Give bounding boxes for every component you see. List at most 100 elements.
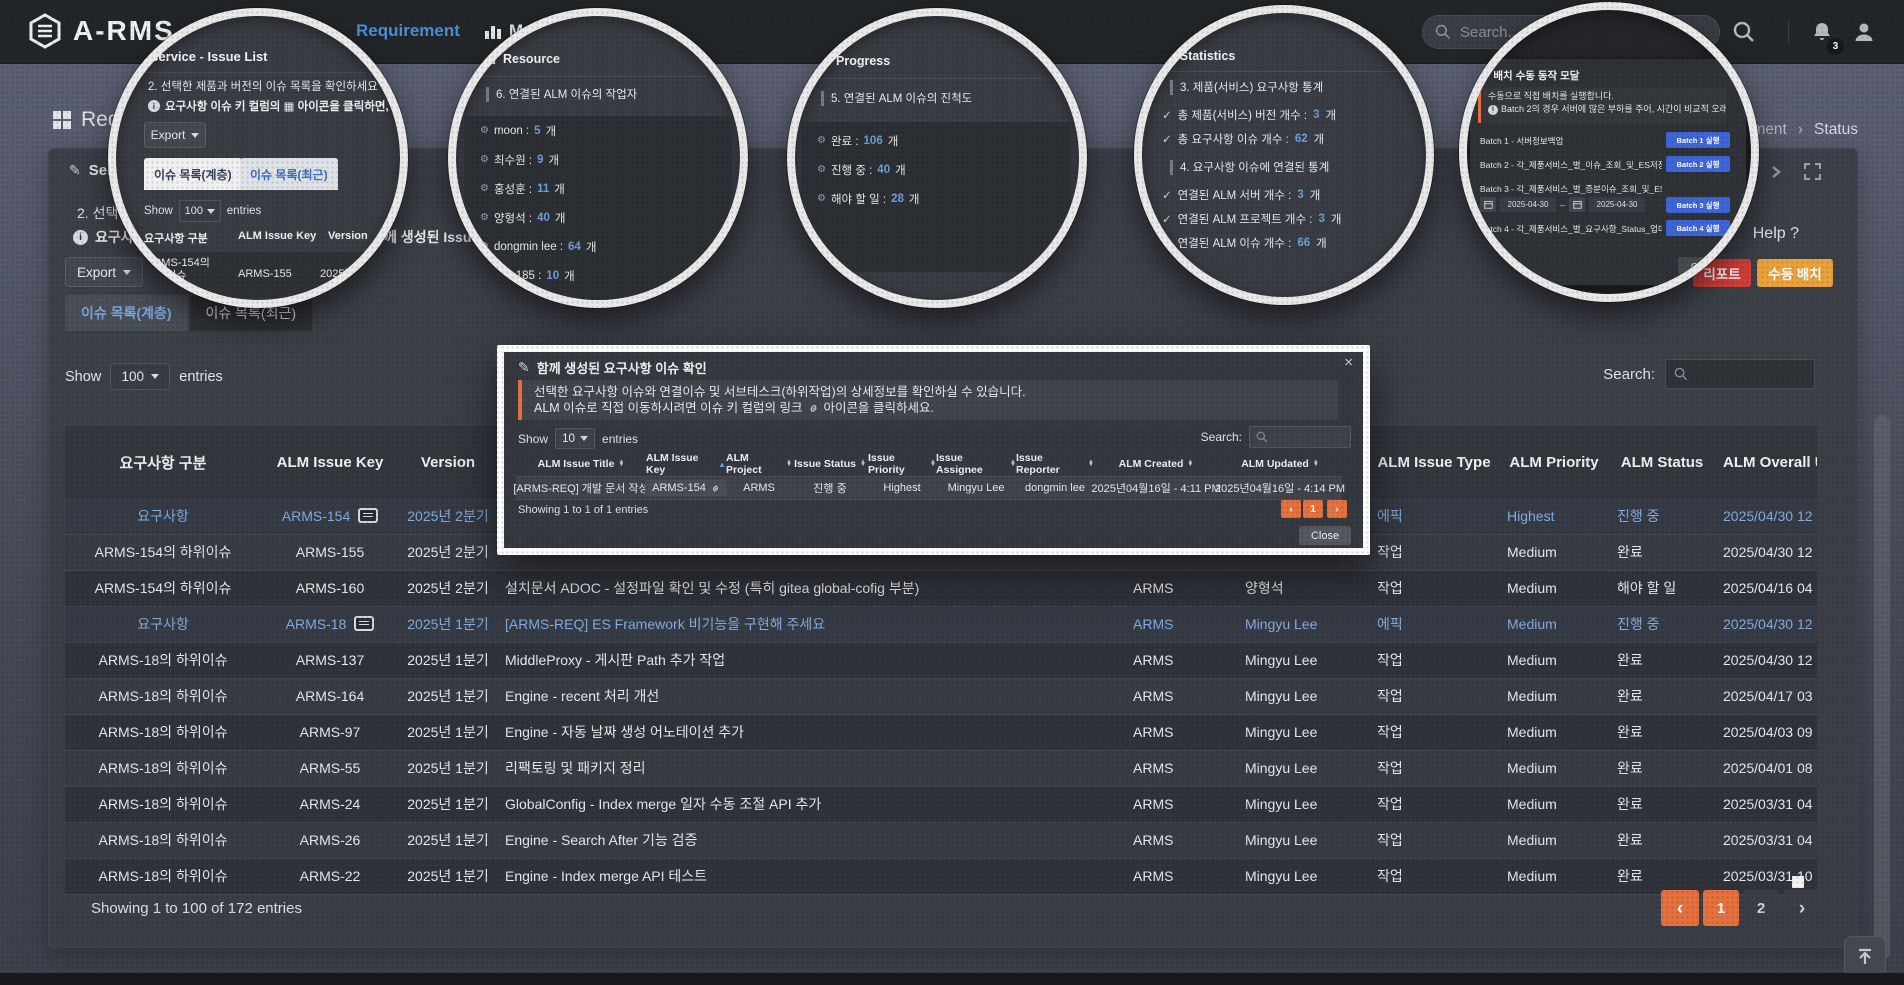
col-header-version[interactable]: Version <box>399 426 497 498</box>
batch3-date-from: 2025-04-30 <box>1500 197 1556 212</box>
loupe-cell-version: 2025년 2분기 <box>320 268 384 281</box>
modal-close-button[interactable]: Close <box>1299 526 1351 545</box>
loupe-issue-list: ✎ Service - Issue List 2. 선택한 제품과 버전의 이슈… <box>108 8 408 308</box>
col-header-alm-overall-update[interactable]: ALM Overall Update <box>1715 426 1817 498</box>
expand-icon[interactable] <box>1804 163 1821 180</box>
batch-run-button: Batch 4 실행 <box>1666 220 1730 236</box>
cell-c5: ARMS <box>1125 642 1237 678</box>
stat-unit: 개 <box>1316 235 1327 251</box>
cell-c5: ARMS <box>1125 678 1237 714</box>
table-row[interactable]: 요구사항ARMS-182025년 1분기[ARMS-REQ] ES Framew… <box>65 606 1817 642</box>
loupe-tab-hierarchy: 이슈 목록(계층) <box>144 158 242 190</box>
modal-info-line2b: 아이콘을 클릭하세요. <box>824 400 934 416</box>
modal-col-header[interactable]: Issue Priority▲▼ <box>868 454 936 474</box>
modal-close-icon[interactable]: × <box>1344 354 1353 371</box>
modal-col-header[interactable]: Issue Status▲▼ <box>792 454 868 474</box>
issue-detail-icon[interactable] <box>354 616 374 631</box>
modal-col-header[interactable]: ALM Project▲▼ <box>726 454 792 474</box>
pagination-page-2[interactable]: 2 <box>1743 890 1779 926</box>
col-header-requirement-type[interactable]: 요구사항 구분 <box>65 426 261 498</box>
modal-pagination-next[interactable]: › <box>1327 500 1347 518</box>
pagination-prev-button[interactable]: ‹ <box>1661 890 1699 926</box>
cell-c6: Mingyu Lee <box>1237 678 1369 714</box>
issue-key[interactable]: ARMS-18 <box>286 616 347 632</box>
modal-col-header[interactable]: ALM Created▲▼ <box>1094 454 1218 474</box>
issue-key[interactable]: ARMS-154 <box>282 508 350 524</box>
chevron-right-icon[interactable] <box>1768 164 1784 180</box>
col-header-alm-status[interactable]: ALM Status <box>1609 426 1715 498</box>
modal-col-header-label: ALM Project <box>726 452 782 476</box>
batch-modal-info-box: 수동으로 직접 배치를 실행합니다. i Batch 2의 경우 서버에 많은 … <box>1478 87 1726 123</box>
cell-c4: MiddleProxy - 게시판 Path 추가 작업 <box>497 642 1125 678</box>
issue-detail-icon[interactable] <box>358 508 378 523</box>
modal-col-header[interactable]: ALM Updated▲▼ <box>1218 454 1342 474</box>
cell-c3: 2025년 2분기 <box>399 498 497 534</box>
calendar-icon <box>1480 197 1496 212</box>
item-count: 64 <box>568 241 581 253</box>
issue-key-link[interactable]: ARMS-154 <box>645 480 727 496</box>
help-link[interactable]: Help ? <box>1753 225 1799 243</box>
table-search-input[interactable] <box>1694 367 1804 382</box>
table-row[interactable]: ARMS-18의 하위이슈ARMS-262025년 1분기Engine - Se… <box>65 822 1817 858</box>
tab-issue-list-hierarchy[interactable]: 이슈 목록(계층) <box>65 295 188 331</box>
info-icon: i <box>73 230 88 245</box>
count-list-item: ⚙완료 : 106 개 <box>801 126 1071 155</box>
table-row[interactable]: ARMS-18의 하위이슈ARMS-1642025년 1분기Engine - r… <box>65 678 1817 714</box>
modal-col-header[interactable]: ALM Issue Title▲▼ <box>516 454 646 474</box>
nav-item-requirement[interactable]: Requirement <box>356 21 460 41</box>
table-row[interactable]: ARMS-18의 하위이슈ARMS-242025년 1분기GlobalConfi… <box>65 786 1817 822</box>
table-search-label: Search: <box>1603 366 1655 383</box>
issue-key: ARMS-155 <box>296 544 364 560</box>
loupe-guide-info: i 요구사항 이슈 키 컬럼의 ▦ 아이콘을 클릭하면, 함께 생성된 Iss <box>148 98 408 114</box>
modal-pagination-page-1[interactable]: 1 <box>1303 500 1323 518</box>
modal-pagination-prev[interactable]: ‹ <box>1281 500 1301 518</box>
stat-item: ✓연결된 ALM 서버 개수 : 3 개 <box>1162 187 1320 203</box>
manual-batch-button[interactable]: 수동 배치 <box>1757 259 1833 287</box>
batch-modal-close-button: Close <box>1678 257 1726 274</box>
modal-search-box[interactable] <box>1249 426 1351 448</box>
table-row[interactable]: ARMS-18의 하위이슈ARMS-222025년 1분기Engine - In… <box>65 858 1817 894</box>
col-header-alm-issue-type[interactable]: ALM Issue Type <box>1369 426 1499 498</box>
scroll-to-top-button[interactable] <box>1844 936 1886 978</box>
col-header-alm-issue-key[interactable]: ALM Issue Key <box>261 426 399 498</box>
item-count: 40 <box>537 212 550 224</box>
batch3-date-range: 2025-04-30 – 2025-04-30 <box>1480 197 1645 212</box>
item-label: 최수원 : <box>494 152 532 168</box>
search-icon-button[interactable] <box>1732 20 1756 44</box>
cell-c10: 2025/04/16 04 <box>1715 570 1817 606</box>
modal-page-size-select[interactable]: 10 <box>555 428 595 449</box>
cell-c7: 작업 <box>1369 570 1499 606</box>
user-avatar-icon[interactable] <box>1852 20 1876 44</box>
cell-c7: 작업 <box>1369 858 1499 894</box>
cell-c9: 완료 <box>1609 822 1715 858</box>
stat-item: ✓연결된 ALM 프로젝트 개수 : 3 개 <box>1162 211 1341 227</box>
pagination-page-1[interactable]: 1 <box>1703 890 1739 926</box>
cell-c7: 에픽 <box>1369 498 1499 534</box>
modal-table-row[interactable]: [ARMS-REQ] 개발 문서 작성 ARMS-154 ARMS 진행 중 H… <box>516 476 1342 500</box>
item-unit: 개 <box>549 152 560 168</box>
vertical-scrollbar[interactable] <box>1874 415 1890 960</box>
brand-logo[interactable]: A-RMS <box>26 12 175 50</box>
table-row[interactable]: ARMS-18의 하위이슈ARMS-552025년 1분기리팩토링 및 패키지 … <box>65 750 1817 786</box>
modal-info-box: 선택한 요구사항 이슈와 연결이슈 및 서브테스크(하위작업)의 상세정보를 확… <box>518 380 1338 420</box>
page-size-select[interactable]: 100 <box>110 363 170 390</box>
table-search-box[interactable] <box>1665 359 1815 389</box>
progress-count-list: ⚙완료 : 106 개⚙진행 중 : 40 개⚙해야 할 일 : 28 개 <box>801 122 1071 272</box>
check-icon: ✓ <box>1162 236 1172 250</box>
pagination-next-button[interactable]: › <box>1783 890 1821 926</box>
cell-c9: 완료 <box>1609 858 1715 894</box>
heading-bar <box>821 91 824 106</box>
table-row[interactable]: ARMS-18의 하위이슈ARMS-972025년 1분기Engine - 자동… <box>65 714 1817 750</box>
modal-col-header[interactable]: Issue Reporter▲▼ <box>1016 454 1094 474</box>
cell-c6: Mingyu Lee <box>1237 714 1369 750</box>
modal-col-header-label: Issue Reporter <box>1016 452 1084 476</box>
cell-c9: 완료 <box>1609 786 1715 822</box>
cell-c2: ARMS-160 <box>261 570 399 606</box>
modal-col-header[interactable]: ALM Issue Key▲ <box>646 454 726 474</box>
table-row[interactable]: ARMS-154의 하위이슈ARMS-1602025년 2분기설치문서 ADOC… <box>65 570 1817 606</box>
pencil-icon: ✎ <box>132 48 144 65</box>
col-header-alm-priority[interactable]: ALM Priority <box>1499 426 1609 498</box>
cell-c2: ARMS-137 <box>261 642 399 678</box>
table-row[interactable]: ARMS-18의 하위이슈ARMS-1372025년 1분기MiddleProx… <box>65 642 1817 678</box>
modal-col-header[interactable]: Issue Assignee▲▼ <box>936 454 1016 474</box>
